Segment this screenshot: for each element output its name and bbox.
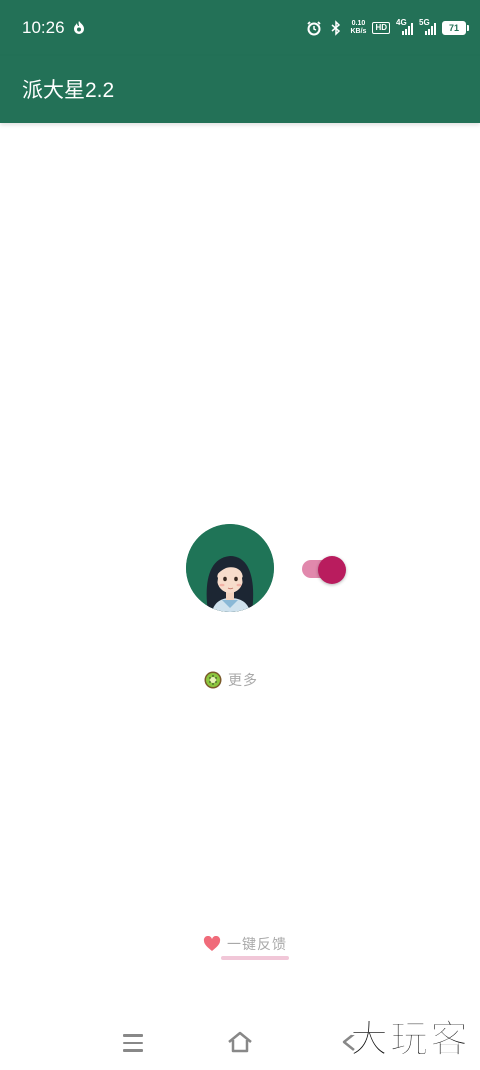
app-bar: 派大星2.2 [0,56,480,123]
watermark-logo: 大玩客 [349,1017,470,1062]
fire-icon [74,21,84,34]
more-label: 更多 [228,673,258,689]
network-speed: 0.10 KB/s [350,20,366,36]
battery-icon: 71 [442,21,469,35]
battery-level: 71 [448,23,459,33]
network-speed-value: 0.10 [351,20,366,27]
avatar[interactable] [186,524,274,612]
feedback-link[interactable]: 一键反馈 [203,932,289,960]
feedback-label-wrap: 一键反馈 [221,934,289,960]
alarm-icon [307,21,322,36]
kiwi-icon [204,671,222,689]
girl-avatar-icon [186,524,274,612]
sim2-network-label: 5G [419,18,430,27]
menu-icon[interactable] [123,1034,145,1052]
sim1-network-label: 4G [396,18,407,27]
app-title: 派大星2.2 [22,79,115,102]
bluetooth-icon [331,20,341,36]
status-bar: 10:26 0.10 KB/s HD 4G 5G 71 [0,0,480,56]
hd-badge: HD [372,22,390,34]
feedback-underline [221,956,289,960]
network-speed-unit: KB/s [350,28,367,35]
signal-sim1: 4G [396,18,413,35]
more-link[interactable]: 更多 [204,670,258,690]
toggle-switch[interactable] [302,556,346,584]
status-time: 10:26 [22,18,65,37]
heart-icon [203,936,221,951]
feedback-label: 一键反馈 [227,937,287,953]
signal-sim2: 5G [419,18,436,35]
home-icon[interactable] [227,1030,253,1054]
toggle-thumb [318,556,346,584]
status-icons: 0.10 KB/s HD 4G 5G 71 [306,16,469,40]
